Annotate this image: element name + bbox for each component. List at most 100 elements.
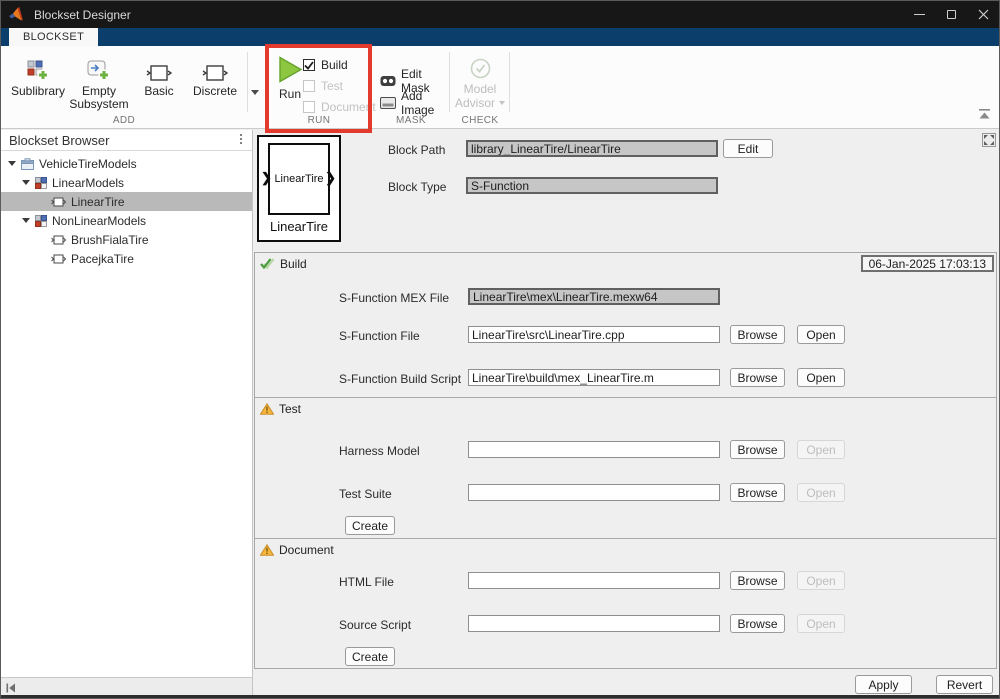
revert-button[interactable]: Revert	[936, 675, 993, 694]
toolbar-separator	[509, 52, 510, 112]
browse-button[interactable]: Browse	[730, 571, 785, 590]
block-type-field	[466, 177, 718, 194]
success-check-icon	[260, 258, 275, 270]
block-icon	[51, 254, 66, 264]
browse-button[interactable]: Browse	[730, 368, 785, 387]
html-file-label: HTML File	[339, 575, 394, 589]
browse-button[interactable]: Browse	[730, 440, 785, 459]
tree-item-brushfialatire[interactable]: BrushFialaTire	[1, 230, 252, 249]
edit-mask-icon	[380, 75, 396, 87]
model-advisor-label-2: Advisor	[455, 96, 495, 110]
ribbon-toolbar: Sublibrary Empty Subsystem	[1, 46, 999, 129]
sublibrary-label: Sublibrary	[11, 85, 65, 98]
group-check-label: CHECK	[451, 115, 509, 126]
test-suite-field[interactable]	[468, 484, 720, 501]
tree-item-pacejkatire[interactable]: PacejkaTire	[1, 249, 252, 268]
edit-button[interactable]: Edit	[723, 139, 773, 158]
build-script-field[interactable]	[468, 369, 720, 386]
build-checkbox[interactable]: Build	[303, 58, 348, 72]
apply-button[interactable]: Apply	[855, 675, 912, 694]
empty-subsystem-icon	[87, 54, 111, 82]
open-button[interactable]: Open	[797, 325, 845, 344]
browser-horizontal-scrollbar[interactable]	[1, 677, 252, 697]
sfunction-file-label: S-Function File	[339, 329, 420, 343]
expand-panel-button[interactable]	[982, 133, 996, 147]
collapse-ribbon-button[interactable]	[978, 106, 991, 124]
group-mask-label: MASK	[373, 115, 449, 126]
open-button[interactable]: Open	[797, 368, 845, 387]
minimize-button[interactable]	[903, 1, 935, 28]
input-port-icon: ❯	[261, 170, 272, 186]
warning-icon	[260, 403, 274, 415]
document-section-title: Document	[279, 543, 334, 557]
output-port-icon: ❯	[325, 170, 336, 186]
sublibrary-button[interactable]: Sublibrary	[9, 54, 67, 98]
library-icon	[21, 158, 34, 170]
expand-arrow-icon[interactable]	[22, 180, 30, 185]
tree-item-label: LinearTire	[71, 195, 125, 209]
tree-item-lineartire[interactable]: LinearTire	[1, 192, 252, 211]
tab-blockset[interactable]: BLOCKSET	[9, 28, 98, 46]
document-checkbox-label: Document	[321, 100, 376, 114]
tree-item-label: BrushFialaTire	[71, 233, 149, 247]
basic-button[interactable]: Basic	[133, 54, 185, 98]
run-button[interactable]: Run	[275, 56, 305, 101]
discrete-button[interactable]: Discrete	[187, 54, 243, 98]
tree-item-linearmodels[interactable]: LinearModels	[1, 173, 252, 192]
browse-button[interactable]: Browse	[730, 614, 785, 633]
open-button-disabled: Open	[797, 440, 845, 459]
matlab-logo-icon	[9, 7, 25, 22]
add-gallery-dropdown-button[interactable]	[251, 90, 259, 95]
source-script-field[interactable]	[468, 615, 720, 632]
block-type-label: Block Type	[388, 180, 446, 194]
tree-item-vehicletiremodels[interactable]: VehicleTireModels	[1, 154, 252, 173]
empty-subsystem-button[interactable]: Empty Subsystem	[67, 54, 131, 111]
test-checkbox-label: Test	[321, 79, 343, 93]
document-checkbox: Document	[303, 100, 376, 114]
sublibrary-icon	[35, 215, 47, 227]
browser-title: Blockset Browser	[9, 133, 109, 148]
sfunction-file-field[interactable]	[468, 326, 720, 343]
browser-menu-button[interactable]	[240, 134, 242, 144]
create-test-button[interactable]: Create	[345, 516, 395, 535]
build-section-title: Build	[280, 257, 307, 271]
html-file-field[interactable]	[468, 572, 720, 589]
block-preview: LinearTire ❯ ❯ LinearTire	[257, 135, 341, 242]
test-section: Test Harness Model Browse Open Test Suit…	[254, 397, 997, 539]
create-document-button[interactable]: Create	[345, 647, 395, 666]
browse-button[interactable]: Browse	[730, 325, 785, 344]
browser-header: Blockset Browser	[1, 130, 252, 151]
warning-icon	[260, 544, 274, 556]
tree-item-label: PacejkaTire	[71, 252, 134, 266]
close-button[interactable]	[967, 1, 999, 28]
basic-block-icon	[146, 54, 172, 82]
discrete-label: Discrete	[193, 85, 237, 98]
block-preview-caption: LinearTire	[259, 219, 339, 234]
model-advisor-label-1: Model	[464, 82, 497, 96]
test-section-title: Test	[279, 402, 301, 416]
checkbox-empty-icon	[303, 80, 315, 92]
open-button-disabled: Open	[797, 614, 845, 633]
group-check: Model Advisor CHECK	[451, 46, 509, 128]
add-image-icon	[380, 97, 396, 109]
block-path-label: Block Path	[388, 143, 445, 157]
tree-item-nonlinearmodels[interactable]: NonLinearModels	[1, 211, 252, 230]
expand-arrow-icon[interactable]	[22, 218, 30, 223]
build-timestamp: 06-Jan-2025 17:03:13	[861, 255, 994, 272]
ribbon-tab-band: BLOCKSET	[1, 28, 999, 46]
model-advisor-icon	[470, 58, 491, 79]
maximize-button[interactable]	[935, 1, 967, 28]
expand-arrow-icon[interactable]	[8, 161, 16, 166]
run-icon	[277, 56, 303, 83]
group-add-label: ADD	[1, 115, 247, 126]
sublibrary-icon	[27, 54, 50, 82]
discrete-block-icon	[202, 54, 228, 82]
add-image-button[interactable]: Add Image	[380, 89, 449, 117]
empty-subsystem-label: Empty Subsystem	[67, 85, 131, 111]
scroll-to-start-icon	[6, 683, 16, 693]
harness-model-field[interactable]	[468, 441, 720, 458]
close-icon	[978, 9, 989, 20]
mex-file-label: S-Function MEX File	[339, 291, 449, 305]
browse-button[interactable]: Browse	[730, 483, 785, 502]
open-button-disabled: Open	[797, 483, 845, 502]
